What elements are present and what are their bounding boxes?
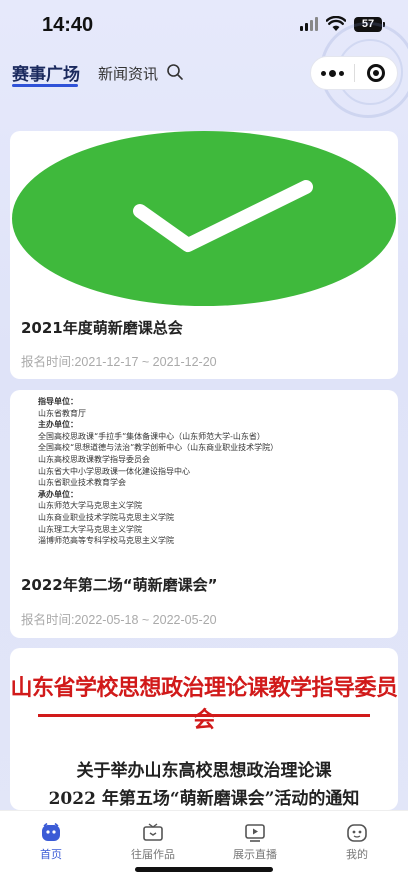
- red-divider: [38, 714, 370, 717]
- event-card-2[interactable]: 指导单位： 山东省教育厅 主办单位： 全国高校思政课“手拉手”集体备课中心（山东师范大…: [10, 390, 398, 638]
- notice-header: 山东省学校思想政治理论课教学指导委员会: [10, 675, 398, 733]
- notice-title-line-2: 2022 年第五场“萌新磨课会”活动的通知: [48, 789, 360, 809]
- search-icon[interactable]: [166, 63, 184, 81]
- doc-line: 山东省大中小学思政课一体化建设指导中心: [38, 466, 190, 476]
- event-card-3[interactable]: 山东省学校思想政治理论课教学指导委员会 关于举办山东高校思想政治理论课 2022…: [10, 648, 398, 810]
- home-icon: [42, 823, 60, 841]
- tabbar-live[interactable]: 展示直播: [220, 823, 290, 862]
- doc-line: 山东理工大学马克思主义学院: [38, 524, 142, 534]
- event-card-1[interactable]: 2021年度萌新磨课总会 报名时间:2021-12-17 ~ 2021-12-2…: [10, 131, 398, 379]
- tab-news[interactable]: 新闻资讯: [98, 63, 158, 84]
- tabbar-home[interactable]: 首页: [16, 823, 86, 862]
- doc-line: 山东省教育厅: [38, 408, 86, 418]
- doc-line: 山东师范大学马克思主义学院: [38, 501, 142, 511]
- tabbar-past-works[interactable]: 往届作品: [118, 823, 188, 862]
- close-miniprogram-icon[interactable]: [354, 64, 397, 82]
- top-nav: 赛事广场 新闻资讯: [0, 54, 408, 102]
- tv-icon: [143, 823, 163, 841]
- signal-icon: [300, 17, 318, 31]
- bottom-tabbar: 首页 往届作品 展示直播 我的: [0, 810, 408, 883]
- tabbar-label: 我的: [346, 848, 368, 861]
- doc-line: 承办单位：: [38, 488, 78, 499]
- doc-line: 全国高校“思想道德与法治”教学创新中心（山东商业职业技术学院）: [38, 443, 279, 453]
- miniprogram-capsule: [310, 56, 398, 90]
- doc-line: 山东省职业技术教育学会: [38, 478, 126, 488]
- notice-title-line-1: 关于举办山东高校思想政治理论课: [76, 761, 332, 781]
- cover-document: 指导单位： 山东省教育厅 主办单位： 全国高校思政课“手拉手”集体备课中心（山东师范大…: [38, 396, 278, 547]
- tabbar-mine[interactable]: 我的: [322, 823, 392, 862]
- face-icon: [347, 824, 367, 842]
- event-title: 2021年度萌新磨课总会: [21, 319, 183, 337]
- status-time: 14:40: [42, 14, 94, 36]
- doc-line: 全国高校思政课“手拉手”集体备课中心（山东师范大学-山东省）: [38, 431, 265, 441]
- tabbar-label: 展示直播: [233, 848, 277, 861]
- tabbar-label: 往届作品: [131, 848, 175, 861]
- event-title: 2022年第二场“萌新磨课会”: [21, 576, 218, 594]
- doc-line: 山东高校思政课教学指导委员会: [38, 454, 150, 464]
- doc-line: 指导单位：: [38, 396, 78, 406]
- doc-line: 主办单位：: [38, 419, 78, 430]
- active-tab-indicator: [12, 84, 78, 87]
- doc-line: 山东商业职业技术学院马克思主义学院: [38, 512, 174, 522]
- check-icon: [133, 180, 313, 252]
- tab-events[interactable]: 赛事广场: [12, 60, 80, 85]
- event-date: 报名时间:2021-12-17 ~ 2021-12-20: [21, 355, 217, 369]
- doc-line: 淄博师范高等专科学校马克思主义学院: [38, 536, 174, 546]
- more-icon[interactable]: [311, 69, 354, 77]
- home-indicator: [135, 867, 273, 872]
- play-screen-icon: [245, 824, 265, 842]
- tabbar-label: 首页: [40, 848, 62, 861]
- event-date: 报名时间:2022-05-18 ~ 2022-05-20: [21, 613, 217, 627]
